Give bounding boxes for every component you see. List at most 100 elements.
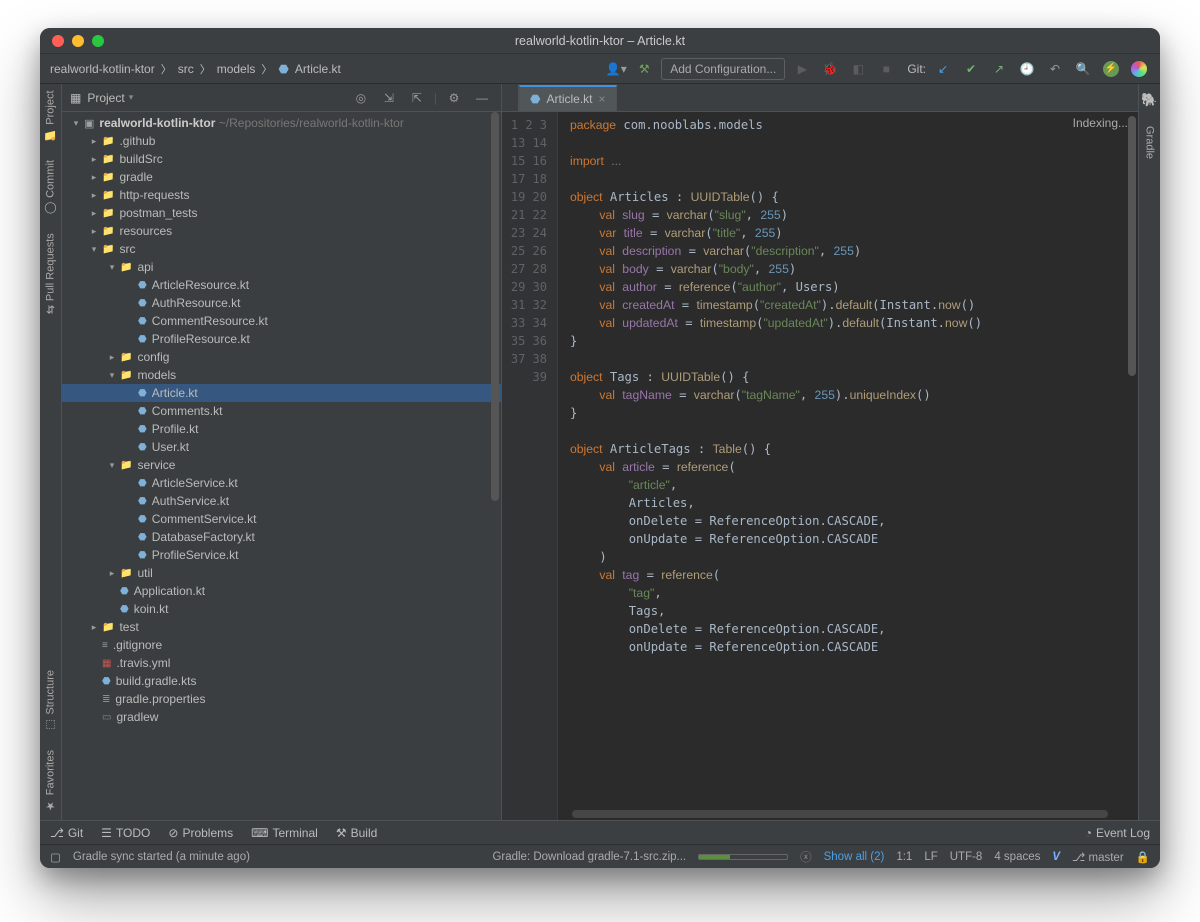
tool-window-commit[interactable]: ◯Commit (44, 160, 57, 215)
project-tree[interactable]: ▾▣ realworld-kotlin-ktor ~/Repositories/… (62, 112, 501, 820)
tool-window-project[interactable]: 📁Project (44, 90, 57, 142)
tree-root[interactable]: ▾▣ realworld-kotlin-ktor ~/Repositories/… (62, 114, 501, 132)
product-icon[interactable] (1128, 58, 1150, 80)
search-icon[interactable]: 🔍 (1072, 58, 1094, 80)
tree-item[interactable]: ≣gradle.properties (62, 690, 501, 708)
branch-icon: ⎇ (50, 826, 64, 840)
breadcrumb-item[interactable]: models (217, 62, 256, 76)
editor-body[interactable]: Indexing... 1 2 3 13 14 15 16 17 18 19 2… (502, 112, 1138, 820)
tool-window-pull-requests[interactable]: ⇆Pull Requests (44, 233, 57, 314)
bottom-tool-git[interactable]: ⎇Git (50, 826, 83, 840)
tool-window-structure[interactable]: ⬚Structure (44, 670, 57, 732)
tool-window-favorites[interactable]: ★Favorites (44, 750, 57, 812)
event-log-button[interactable]: ◔Event Log (1085, 826, 1150, 840)
tree-item[interactable]: ▾📁service (62, 456, 501, 474)
tree-item[interactable]: ⬣User.kt (62, 438, 501, 456)
tree-item[interactable]: ▭gradlew (62, 708, 501, 726)
editor-tabs: ⬣ Article.kt × (519, 84, 1138, 112)
collapse-all-icon[interactable]: ⇱ (406, 87, 428, 109)
tree-item[interactable]: ⬣DatabaseFactory.kt (62, 528, 501, 546)
cancel-icon[interactable]: ⓧ (800, 849, 812, 865)
tree-item[interactable]: ⬣koin.kt (62, 600, 501, 618)
show-all-link[interactable]: Show all (2) (824, 851, 885, 863)
chevron-right-icon: 〉 (261, 61, 272, 77)
tree-item[interactable]: ▾📁models (62, 366, 501, 384)
run-configuration-select[interactable]: Add Configuration... (661, 58, 785, 80)
vcs-commit-icon[interactable]: ✔ (960, 58, 982, 80)
breadcrumb-item[interactable]: Article.kt (295, 62, 341, 76)
status-progress[interactable]: Gradle: Download gradle-7.1-src.zip... (492, 851, 686, 863)
title-bar[interactable]: realworld-kotlin-ktor – Article.kt (40, 28, 1160, 54)
target-icon[interactable]: ◎ (350, 87, 372, 109)
scrollbar[interactable] (491, 112, 499, 501)
coverage-icon[interactable]: ◧ (847, 58, 869, 80)
tree-item[interactable]: ⬣AuthService.kt (62, 492, 501, 510)
vcs-push-icon[interactable]: ↗ (988, 58, 1010, 80)
debug-icon[interactable]: 🐞 (819, 58, 841, 80)
tree-item[interactable]: ▦.travis.yml (62, 654, 501, 672)
hammer-icon[interactable]: ⚒ (633, 58, 655, 80)
run-icon[interactable]: ▶ (791, 58, 813, 80)
terminal-icon: ⌨ (251, 826, 268, 840)
tree-item[interactable]: ⬣AuthResource.kt (62, 294, 501, 312)
tree-item[interactable]: ⬣CommentService.kt (62, 510, 501, 528)
tree-item[interactable]: ⬣Comments.kt (62, 402, 501, 420)
breadcrumb[interactable]: realworld-kotlin-ktor 〉 src 〉 models 〉 ⬣… (50, 61, 599, 77)
tree-item[interactable]: ⬣ProfileService.kt (62, 546, 501, 564)
tree-item[interactable]: ▸📁util (62, 564, 501, 582)
tree-item[interactable]: ▸📁.github (62, 132, 501, 150)
bottom-tool-todo[interactable]: ☰TODO (101, 826, 150, 840)
expand-all-icon[interactable]: ⇲ (378, 87, 400, 109)
caret-position[interactable]: 1:1 (896, 851, 912, 863)
tree-item[interactable]: ⬣Application.kt (62, 582, 501, 600)
tree-item[interactable]: ▸📁resources (62, 222, 501, 240)
list-icon: ☰ (101, 826, 112, 840)
breadcrumb-item[interactable]: src (178, 62, 194, 76)
user-icon[interactable]: 👤▾ (605, 58, 627, 80)
vcs-update-icon[interactable]: ↙ (932, 58, 954, 80)
gradle-icon: 🐘 (1141, 92, 1157, 108)
line-separator[interactable]: LF (924, 851, 937, 863)
tool-window-gradle[interactable]: Gradle (1144, 126, 1156, 159)
tree-item[interactable]: ⬣ProfileResource.kt (62, 330, 501, 348)
tree-item[interactable]: ⬣ArticleResource.kt (62, 276, 501, 294)
indent-setting[interactable]: 4 spaces (994, 851, 1040, 863)
tree-item[interactable]: ▸📁buildSrc (62, 150, 501, 168)
rollback-icon[interactable]: ↶ (1044, 58, 1066, 80)
tool-windows-icon[interactable]: ▢ (50, 850, 61, 864)
tree-item[interactable]: ⬣Article.kt (62, 384, 501, 402)
scrollbar[interactable] (572, 810, 1108, 818)
close-tab-icon[interactable]: × (599, 92, 606, 106)
gear-icon[interactable]: ⚙ (443, 87, 465, 109)
bottom-tool-build[interactable]: ⚒Build (336, 826, 377, 840)
tree-item[interactable]: ▸📁http-requests (62, 186, 501, 204)
bottom-tool-problems[interactable]: ⊘Problems (168, 826, 233, 840)
file-encoding[interactable]: UTF-8 (950, 851, 983, 863)
tree-item[interactable]: ⬣Profile.kt (62, 420, 501, 438)
tree-item[interactable]: ≡.gitignore (62, 636, 501, 654)
history-icon[interactable]: 🕘 (1016, 58, 1038, 80)
tree-item[interactable]: ▸📁postman_tests (62, 204, 501, 222)
stop-icon[interactable]: ■ (875, 58, 897, 80)
scrollbar[interactable] (1128, 116, 1136, 376)
project-view-selector[interactable]: Project▾ (87, 91, 344, 105)
ide-actions-icon[interactable]: ⚡ (1100, 58, 1122, 80)
tree-item[interactable]: ▾📁src (62, 240, 501, 258)
hide-panel-icon[interactable]: — (471, 87, 493, 109)
breadcrumb-item[interactable]: realworld-kotlin-ktor (50, 62, 155, 76)
tree-item[interactable]: ⬣ArticleService.kt (62, 474, 501, 492)
tree-item[interactable]: ▸📁test (62, 618, 501, 636)
lock-icon[interactable]: 🔒 (1136, 850, 1150, 864)
branch-indicator[interactable]: ⎇ master (1072, 850, 1124, 864)
tree-item[interactable]: ▾📁api (62, 258, 501, 276)
line-gutter[interactable]: 1 2 3 13 14 15 16 17 18 19 20 21 22 23 2… (502, 112, 558, 820)
editor-tab[interactable]: ⬣ Article.kt × (519, 85, 617, 111)
language-icon[interactable]: V (1052, 851, 1060, 863)
indexing-label: Indexing... (1073, 116, 1128, 130)
tree-item[interactable]: ▸📁gradle (62, 168, 501, 186)
code-area[interactable]: package com.nooblabs.models import ... o… (558, 112, 1138, 820)
tree-item[interactable]: ⬣CommentResource.kt (62, 312, 501, 330)
tree-item[interactable]: ⬣build.gradle.kts (62, 672, 501, 690)
tree-item[interactable]: ▸📁config (62, 348, 501, 366)
bottom-tool-terminal[interactable]: ⌨Terminal (251, 826, 318, 840)
